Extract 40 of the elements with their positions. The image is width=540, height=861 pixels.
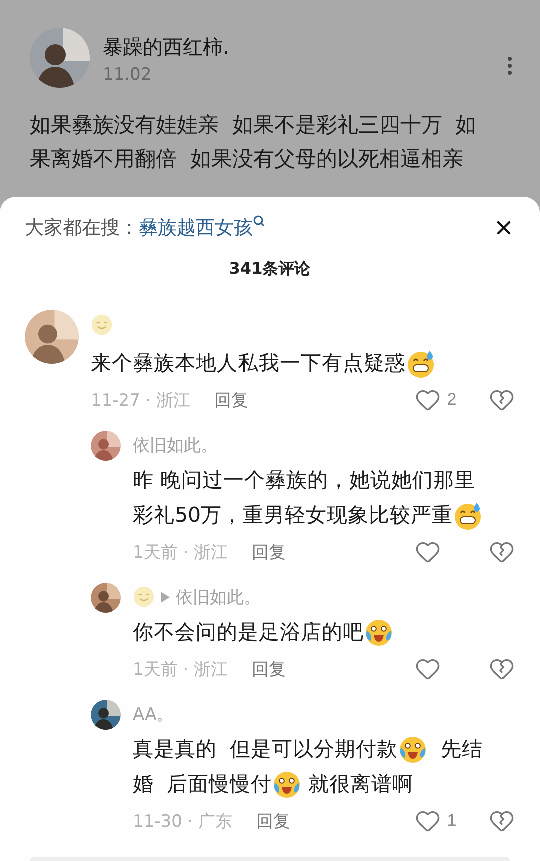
comment-text: 先结 bbox=[440, 736, 484, 763]
comment-text: 婚 后面慢慢付 bbox=[133, 771, 272, 798]
comment-count: 341条评论 bbox=[228, 259, 312, 280]
smiling-face-icon bbox=[91, 314, 113, 336]
author-name[interactable]: 暴躁的西红柿. bbox=[103, 34, 485, 61]
crying-laughing-emoji-icon bbox=[364, 618, 394, 648]
grinning-sweat-emoji-icon bbox=[406, 348, 436, 378]
comment-time-location: 1天前 · 浙江 bbox=[133, 658, 228, 680]
comment-text: 彩礼50万，重男轻女现象比较严重 bbox=[133, 502, 454, 529]
like-button[interactable]: 1 bbox=[415, 808, 459, 834]
avatar[interactable] bbox=[30, 28, 90, 88]
search-label: 大家都在搜： bbox=[25, 216, 139, 241]
comment-text: 就很离谱啊 bbox=[308, 771, 414, 798]
reply-arrow-icon bbox=[161, 592, 170, 602]
reply-button[interactable]: 回复 bbox=[252, 658, 286, 680]
avatar[interactable] bbox=[91, 700, 121, 730]
smiling-face-icon bbox=[133, 586, 155, 608]
comment-time-location: 11-30 · 广东 bbox=[133, 810, 233, 832]
reply-button[interactable]: 回复 bbox=[214, 388, 249, 412]
comment-text: 你不会问的是足浴店的吧 bbox=[133, 619, 364, 646]
comment-text: 昨 晚问过一个彝族的，她说她们那里 bbox=[133, 467, 476, 494]
comment-text: 来个彝族本地人私我一下有点疑惑 bbox=[91, 350, 406, 377]
comment-time-location: 11-27 · 浙江 bbox=[91, 390, 191, 412]
grinning-sweat-emoji-icon bbox=[453, 500, 484, 530]
post-text: 果离婚不用翻倍 如果没有父母的以死相逼相亲 bbox=[30, 146, 464, 173]
commenter-name[interactable]: 依旧如此。 bbox=[176, 586, 261, 608]
search-link[interactable]: 彝族越西女孩 bbox=[139, 215, 265, 241]
crying-laughing-emoji-icon bbox=[398, 734, 428, 764]
reply-button[interactable]: 回复 bbox=[252, 540, 286, 564]
commenter-name[interactable]: AA。 bbox=[133, 702, 174, 726]
commenter-name[interactable]: 依旧如此。 bbox=[133, 434, 218, 456]
like-button[interactable]: 2 bbox=[415, 387, 459, 413]
reply-button[interactable]: 回复 bbox=[256, 810, 291, 832]
search-icon bbox=[253, 215, 265, 227]
crying-laughing-emoji-icon bbox=[272, 770, 302, 800]
post-date: 11.02 bbox=[103, 65, 153, 85]
post-text: 如果彝族没有娃娃亲 如果不是彩礼三四十万 如 bbox=[30, 112, 478, 139]
comment-text: 真是真的 但是可以分期付款 bbox=[133, 736, 398, 763]
comment-time-location: 1天前 · 浙江 bbox=[133, 542, 228, 564]
avatar[interactable] bbox=[91, 583, 121, 613]
